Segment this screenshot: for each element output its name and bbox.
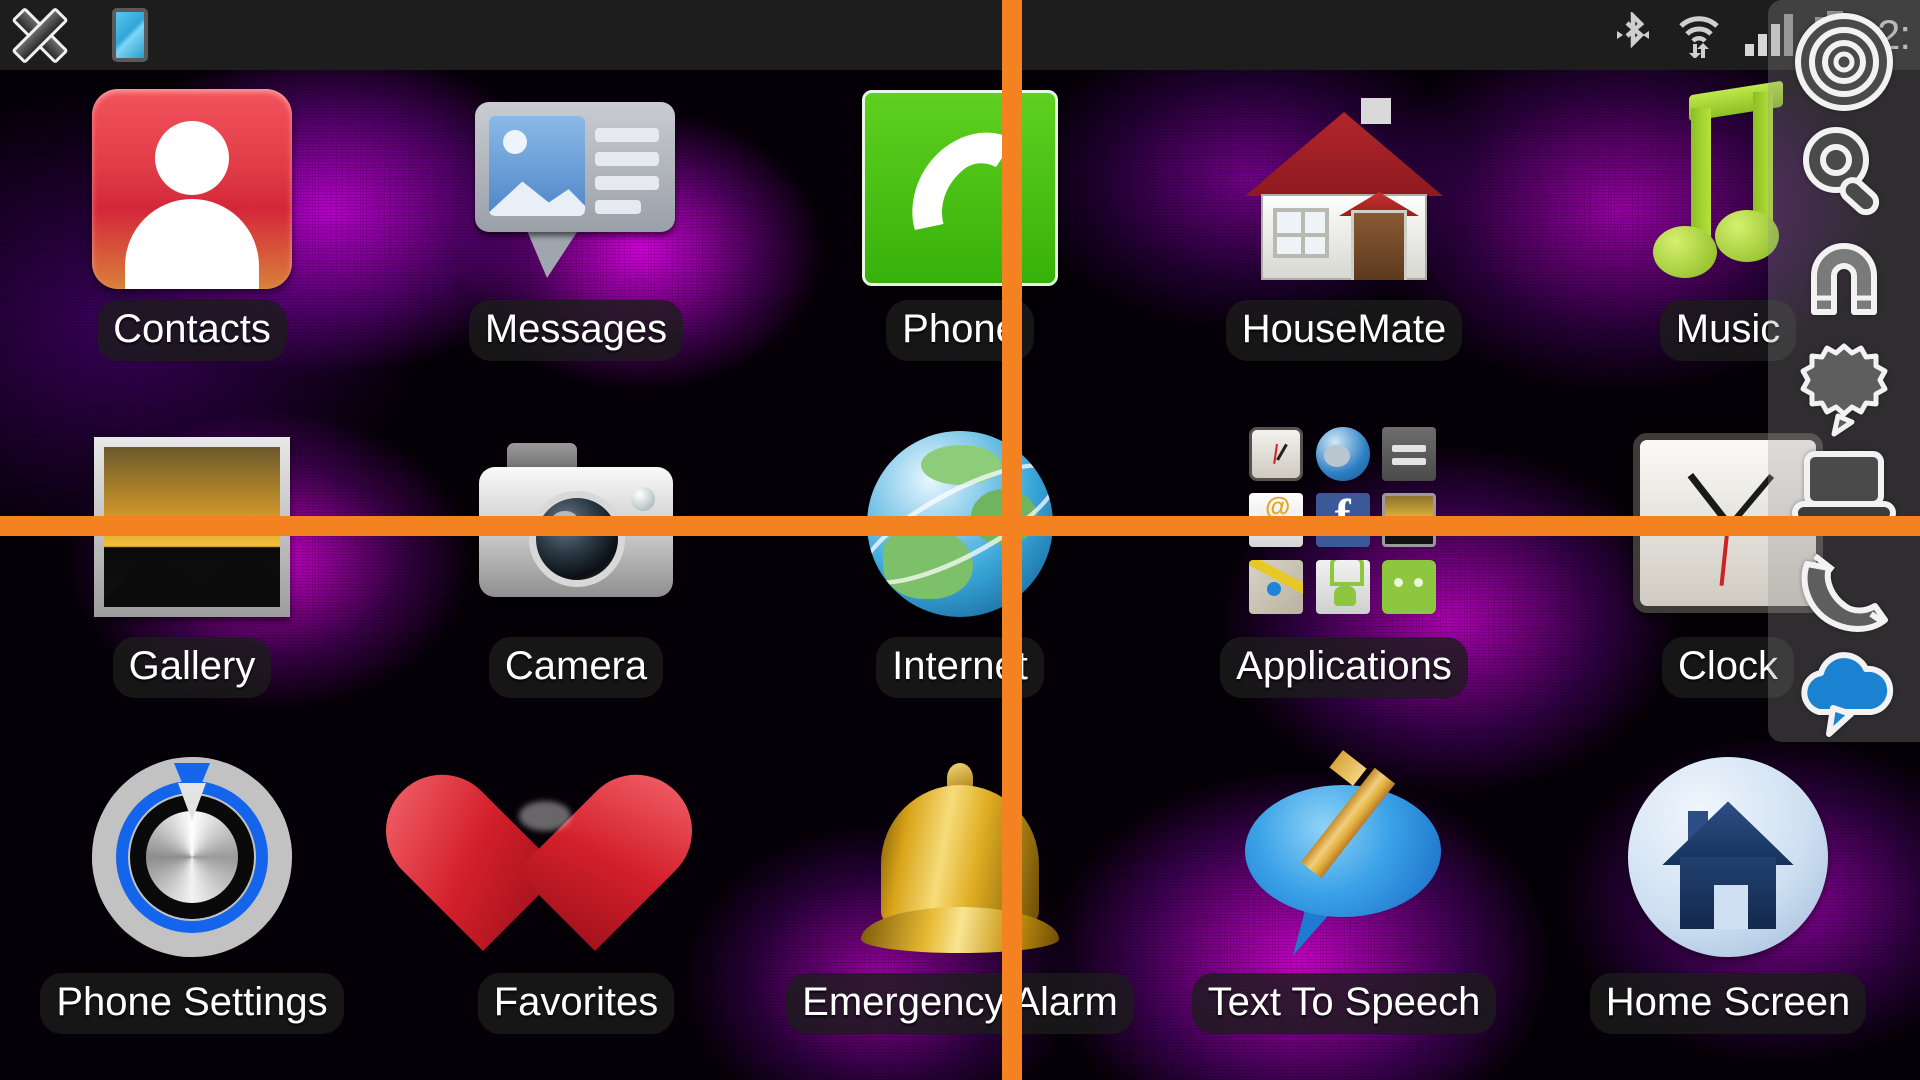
app-tile-phone[interactable]: Phone — [768, 70, 1152, 407]
browser-globe-mini-icon — [1315, 426, 1370, 481]
app-label: Phone Settings — [40, 973, 344, 1035]
app-tile-favorites[interactable]: Favorites — [362, 743, 768, 1080]
magnet-icon[interactable] — [1778, 226, 1910, 330]
phone-handset-icon[interactable] — [1778, 542, 1910, 642]
app-label: Text To Speech — [1191, 973, 1497, 1035]
phone-icon — [855, 84, 1065, 294]
heart-icon — [362, 751, 716, 967]
bell-icon — [855, 757, 1065, 967]
sms-mini-icon — [1382, 559, 1437, 614]
cloud-bubble-icon[interactable] — [1778, 646, 1910, 742]
speech-burst-icon[interactable] — [1778, 334, 1910, 438]
crosshair-horizontal — [0, 516, 1920, 536]
messages-icon — [471, 84, 681, 294]
app-tile-camera[interactable]: Camera — [384, 407, 768, 744]
app-label: Favorites — [477, 973, 675, 1035]
app-tile-housemate[interactable]: HouseMate — [1152, 70, 1536, 407]
app-tile-internet[interactable]: Internet — [768, 407, 1152, 744]
play-store-mini-icon — [1315, 559, 1370, 614]
app-tile-messages[interactable]: Messages — [384, 70, 768, 407]
crosshair-vertical — [1002, 0, 1022, 1080]
magnifier-icon[interactable] — [1778, 118, 1910, 222]
app-tile-phone-settings[interactable]: Phone Settings — [0, 743, 384, 1080]
status-bar-left — [0, 3, 148, 67]
app-tile-gallery[interactable]: Gallery — [0, 407, 384, 744]
app-tile-home-screen[interactable]: Home Screen — [1536, 743, 1920, 1080]
contacts-icon — [87, 84, 297, 294]
accessibility-sidebar — [1768, 0, 1920, 742]
app-tile-emergency-alarm[interactable]: Emergency Alarm — [768, 743, 1152, 1080]
housemate-icon — [1239, 84, 1449, 294]
menu-mini-icon — [1382, 426, 1437, 481]
clock-mini-icon — [1249, 426, 1303, 481]
home-house-icon — [1623, 757, 1833, 967]
app-label: Applications — [1220, 636, 1468, 698]
app-label: HouseMate — [1225, 300, 1463, 361]
app-label: Camera — [488, 636, 664, 698]
bluetooth-icon — [1616, 12, 1649, 49]
wifi-icon — [1679, 16, 1719, 58]
app-label: Home Screen — [1589, 973, 1867, 1035]
phone-home-screen: 2: Contacts Messages Phone HouseMate Mus… — [0, 0, 1920, 1080]
settings-dial-icon — [87, 757, 297, 967]
app-label: Contacts — [97, 300, 287, 361]
app-label: Gallery — [112, 636, 272, 698]
app-label: Messages — [468, 300, 684, 361]
status-bar: 2: — [0, 0, 1920, 70]
target-bullseye-icon[interactable] — [1778, 10, 1910, 114]
speech-pencil-icon — [1239, 750, 1449, 967]
app-tile-contacts[interactable]: Contacts — [0, 70, 384, 407]
tablet-icon — [112, 8, 148, 62]
close-icon[interactable] — [8, 3, 72, 67]
app-tile-text-to-speech[interactable]: Text To Speech — [1152, 743, 1536, 1080]
app-grid: Contacts Messages Phone HouseMate Music … — [0, 70, 1920, 1080]
app-label: Emergency Alarm — [786, 973, 1134, 1035]
app-tile-applications[interactable]: Applications — [1152, 407, 1536, 744]
maps-mini-icon — [1249, 559, 1303, 614]
